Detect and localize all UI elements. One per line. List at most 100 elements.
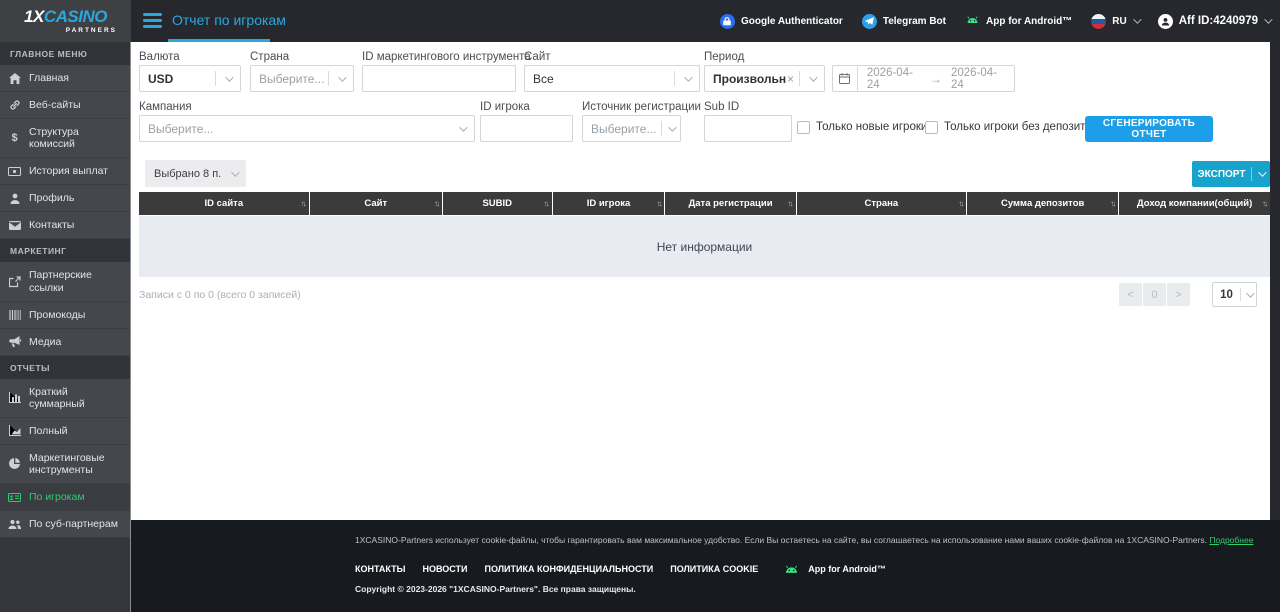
sidebar-item-label: Веб-сайты (29, 99, 81, 112)
sort-icon[interactable]: ↑↓ (958, 199, 964, 208)
lock-icon (719, 13, 735, 29)
current-page-button[interactable]: 0 (1143, 283, 1166, 306)
generate-report-button[interactable]: СГЕНЕРИРОВАТЬ ОТЧЕТ (1085, 116, 1213, 142)
pie-chart-icon (8, 458, 21, 470)
sidebar-item-label: Контакты (29, 219, 75, 232)
users-icon (8, 519, 21, 530)
sidebar-item-payout-history[interactable]: История выплат (0, 158, 130, 186)
sidebar-item-partner-links[interactable]: Партнерские ссылки (0, 262, 130, 302)
sidebar-item-websites[interactable]: Веб-сайты (0, 92, 130, 120)
sidebar-item-profile[interactable]: Профиль (0, 185, 130, 213)
account-menu[interactable]: Aff ID:4240979 (1157, 13, 1273, 29)
sort-icon[interactable]: ↑↓ (656, 199, 662, 208)
sidebar-item-promocodes[interactable]: Промокоды (0, 301, 130, 329)
sort-icon[interactable]: ↑↓ (301, 199, 307, 208)
sidebar-item-label: Медиа (29, 335, 62, 348)
column-header-site-id[interactable]: ID сайта ↑↓ (139, 192, 309, 215)
footer-link-news[interactable]: НОВОСТИ (422, 564, 467, 574)
column-header-site[interactable]: Сайт ↑↓ (309, 192, 442, 215)
sidebar-item-label: Краткий суммарный (29, 385, 85, 410)
page-right-gutter (1270, 42, 1280, 520)
sidebar-item-marketing-tools[interactable]: Маркетинговые инструменты (0, 444, 130, 484)
table-empty-state: Нет информации (139, 216, 1270, 277)
report-table: ID сайта ↑↓ Сайт ↑↓ SUBID ↑↓ ID игрока ↑↓ Да… (139, 192, 1270, 277)
sidebar-item-by-players[interactable]: По игрокам (0, 484, 130, 512)
only-new-players-checkbox[interactable] (797, 121, 810, 134)
player-id-label: ID игрока (480, 101, 530, 113)
site-select[interactable]: Все (524, 65, 700, 92)
sidebar-section-reports: ОТЧЕТЫ (0, 355, 130, 379)
language-selector[interactable]: RU (1091, 13, 1142, 29)
sidebar-item-contacts[interactable]: Контакты (0, 212, 130, 240)
sidebar-item-by-subpartners[interactable]: По суб-партнерам (0, 511, 130, 539)
player-id-input[interactable] (480, 115, 573, 142)
marketing-tool-id-input[interactable] (362, 65, 516, 92)
sidebar-item-short-summary[interactable]: Краткий суммарный (0, 378, 130, 418)
cookie-more-link[interactable]: Подробнее (1209, 535, 1253, 545)
export-button[interactable]: ЭКСПОРТ (1192, 161, 1270, 187)
sub-id-label: Sub ID (704, 101, 740, 113)
footer-link-cookie-policy[interactable]: ПОЛИТИКА COOKIE (670, 564, 758, 574)
google-authenticator-link[interactable]: Google Authenticator (719, 13, 843, 29)
column-header-company-income[interactable]: Доход компании(общий) ↑↓ (1119, 192, 1270, 215)
calendar-icon (833, 66, 858, 91)
sort-icon[interactable]: ↑↓ (788, 199, 794, 208)
chevron-down-icon (809, 72, 818, 82)
column-header-subid[interactable]: SUBID ↑↓ (442, 192, 552, 215)
pager: < 0 > (1119, 283, 1190, 306)
column-header-player-id[interactable]: ID игрока ↑↓ (552, 192, 665, 215)
date-from-value[interactable]: 2026-04-24 (858, 67, 930, 91)
campaign-select[interactable]: Выберите... (139, 115, 475, 142)
date-to-value[interactable]: 2026-04-24 (942, 67, 1014, 91)
sidebar-item-label: По игрокам (29, 491, 85, 503)
date-range-picker[interactable]: 2026-04-24 → 2026-04-24 (832, 65, 1015, 92)
clear-icon[interactable]: × (787, 72, 794, 86)
sub-id-input[interactable] (704, 115, 792, 142)
sidebar-item-media[interactable]: Медиа (0, 328, 130, 356)
period-select[interactable]: Произвольн... × (704, 65, 825, 92)
column-header-country[interactable]: Страна ↑↓ (796, 192, 967, 215)
prev-page-button[interactable]: < (1119, 283, 1142, 306)
brand-logo[interactable]: 1XCASINO PARTNERS (0, 0, 131, 42)
column-header-registration-date[interactable]: Дата регистрации ↑↓ (665, 192, 796, 215)
sort-icon[interactable]: ↑↓ (434, 199, 440, 208)
share-link-icon (8, 275, 21, 288)
android-app-link[interactable]: App for Android™ (965, 14, 1072, 28)
cookie-notice: 1XCASINO-Partners использует cookie-файл… (355, 535, 1254, 545)
site-label: Сайт (524, 51, 551, 63)
next-page-button[interactable]: > (1167, 283, 1190, 306)
bar-chart-icon (8, 392, 21, 404)
menu-toggle-icon[interactable] (143, 13, 162, 28)
sort-icon[interactable]: ↑↓ (544, 199, 550, 208)
sidebar-item-commission[interactable]: $ Структура комиссий (0, 119, 130, 159)
link-icon (8, 99, 21, 111)
column-header-deposits-sum[interactable]: Сумма депозитов ↑↓ (967, 192, 1119, 215)
android-icon (965, 14, 980, 28)
currency-select[interactable]: USD (139, 65, 241, 92)
sort-icon[interactable]: ↑↓ (1262, 199, 1268, 208)
footer-android-link[interactable]: App for Android™ (783, 563, 886, 575)
app-window: 1XCASINO PARTNERS Отчет по игрокам Googl… (0, 0, 1280, 612)
export-label: ЭКСПОРТ (1197, 168, 1246, 180)
sort-icon[interactable]: ↑↓ (1110, 199, 1116, 208)
chevron-down-icon (1132, 15, 1142, 24)
chevron-down-icon (1264, 15, 1273, 24)
brand-logo-subtitle: PARTNERS (65, 27, 117, 34)
registration-source-select[interactable]: Выберите... (582, 115, 681, 142)
page-size-select[interactable]: 10 (1212, 282, 1257, 307)
columns-selector[interactable]: Выбрано 8 п. (145, 160, 246, 187)
sidebar-section-marketing: МАРКЕТИНГ (0, 239, 130, 263)
arrow-right-icon: → (929, 71, 942, 86)
sidebar-item-label: Главная (29, 72, 69, 84)
copyright: Copyright © 2023-2026 "1XCASINO-Partners… (355, 583, 636, 594)
only-no-deposit-checkbox[interactable] (925, 121, 938, 134)
sidebar-item-full-report[interactable]: Полный (0, 417, 130, 445)
country-select[interactable]: Выберите... (250, 65, 354, 92)
marketing-tool-id-label: ID маркетингового инструмента (362, 51, 531, 63)
telegram-bot-link[interactable]: Telegram Bot (861, 13, 946, 29)
footer-link-contacts[interactable]: КОНТАКТЫ (355, 564, 405, 574)
footer-links: КОНТАКТЫ НОВОСТИ ПОЛИТИКА КОНФИДЕНЦИАЛЬН… (355, 563, 1280, 575)
sidebar-item-home[interactable]: Главная (0, 65, 130, 93)
footer-link-privacy-policy[interactable]: ПОЛИТИКА КОНФИДЕНЦИАЛЬНОСТИ (484, 564, 653, 574)
sidebar-item-label: Маркетинговые инструменты (29, 451, 105, 476)
